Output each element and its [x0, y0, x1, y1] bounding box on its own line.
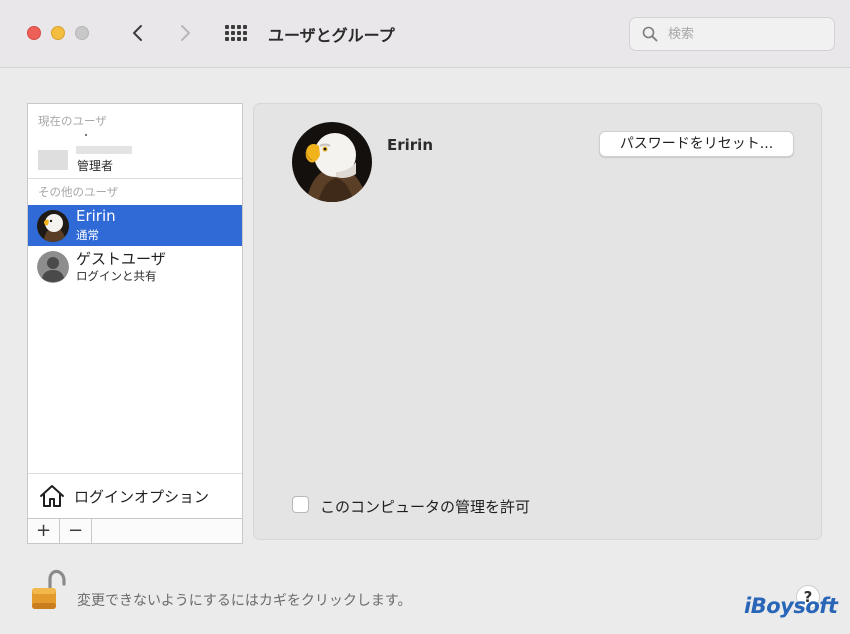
login-options-label: ログインオプション [74, 488, 210, 506]
preferences-window: ユーザとグループ 現在のユーザ 管理者 その他のユーザ [0, 0, 850, 634]
chevron-left-icon [133, 25, 142, 41]
user-name: ゲストユーザ [76, 250, 166, 268]
grid-icon [225, 25, 247, 41]
redacted-name [76, 146, 132, 154]
search-icon [642, 26, 658, 42]
user-role: 通常 [76, 228, 99, 242]
current-user-section-label: 現在のユーザ [38, 114, 107, 128]
lock-hint-text: 変更できないようにするにはカギをクリックします。 [77, 593, 412, 609]
other-users-section-label: その他のユーザ [38, 185, 119, 199]
current-user-row[interactable]: 管理者 [28, 130, 242, 178]
chevron-right-icon [181, 25, 190, 41]
lock-icon[interactable] [30, 569, 66, 611]
home-icon [40, 485, 64, 507]
allow-admin-checkbox[interactable] [292, 496, 309, 513]
list-button-bar: + − [28, 518, 242, 543]
add-user-button[interactable]: + [28, 519, 60, 543]
allow-admin-label[interactable]: このコンピュータの管理を許可 [320, 496, 530, 517]
show-all-button[interactable] [224, 23, 248, 43]
user-full-name: Eririn [387, 136, 434, 154]
eagle-icon [292, 122, 372, 202]
login-options-item[interactable]: ログインオプション [28, 473, 242, 518]
user-role: ログインと共有 [76, 269, 157, 283]
close-button[interactable] [27, 26, 41, 40]
reset-password-button[interactable]: パスワードをリセット... [599, 131, 794, 157]
search-input[interactable] [668, 18, 828, 50]
redacted-mark [85, 134, 87, 136]
user-row-eririn[interactable]: Eririn 通常 [28, 205, 242, 246]
remove-user-button[interactable]: − [60, 519, 92, 543]
search-field[interactable] [629, 17, 835, 51]
zoom-button[interactable] [75, 26, 89, 40]
user-name: Eririn [76, 207, 116, 225]
window-title: ユーザとグループ [268, 26, 395, 45]
redacted-avatar [38, 150, 68, 170]
eagle-icon [37, 210, 69, 242]
back-button[interactable] [126, 20, 150, 46]
forward-button[interactable] [173, 20, 197, 46]
user-detail-panel: Eririn パスワードをリセット... このコンピュータの管理を許可 [253, 103, 822, 540]
toolbar: ユーザとグループ [0, 0, 850, 68]
guest-user-icon [37, 251, 69, 283]
user-list: 現在のユーザ 管理者 その他のユーザ Eririn 通常 ゲストユーザ ログイン… [27, 103, 243, 544]
user-avatar[interactable] [292, 122, 372, 202]
current-user-role: 管理者 [77, 159, 114, 173]
minimize-button[interactable] [51, 26, 65, 40]
section-divider [28, 178, 242, 179]
user-row-guest[interactable]: ゲストユーザ ログインと共有 [28, 246, 242, 287]
watermark-logo: iBoysoft [744, 594, 838, 618]
